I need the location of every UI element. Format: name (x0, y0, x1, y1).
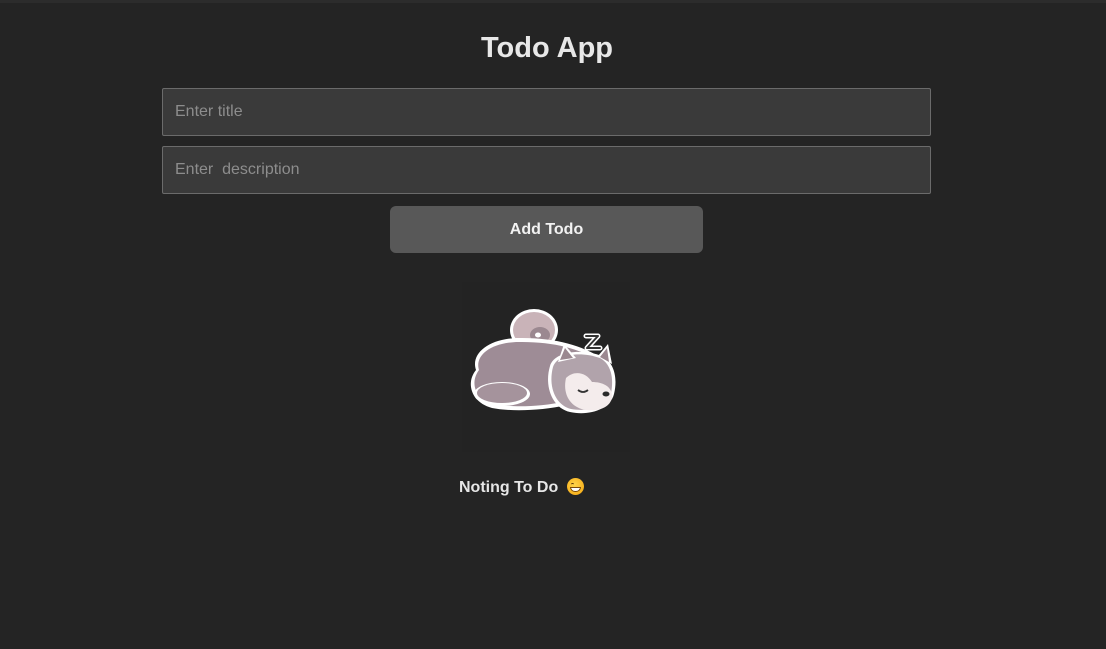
sleep-z-icon (583, 333, 603, 351)
empty-state-message: Noting To Do (459, 478, 584, 498)
title-input[interactable] (162, 88, 931, 136)
todo-app: Todo App Add Todo (0, 0, 1106, 649)
sleeping-husky-illustration (462, 282, 630, 452)
page-title: Todo App (480, 32, 614, 64)
description-input[interactable] (162, 146, 931, 194)
grinning-face-icon (566, 478, 584, 495)
add-todo-button[interactable]: Add Todo (390, 206, 703, 253)
empty-state-text: Noting To Do (459, 479, 559, 496)
top-border (0, 0, 1106, 3)
